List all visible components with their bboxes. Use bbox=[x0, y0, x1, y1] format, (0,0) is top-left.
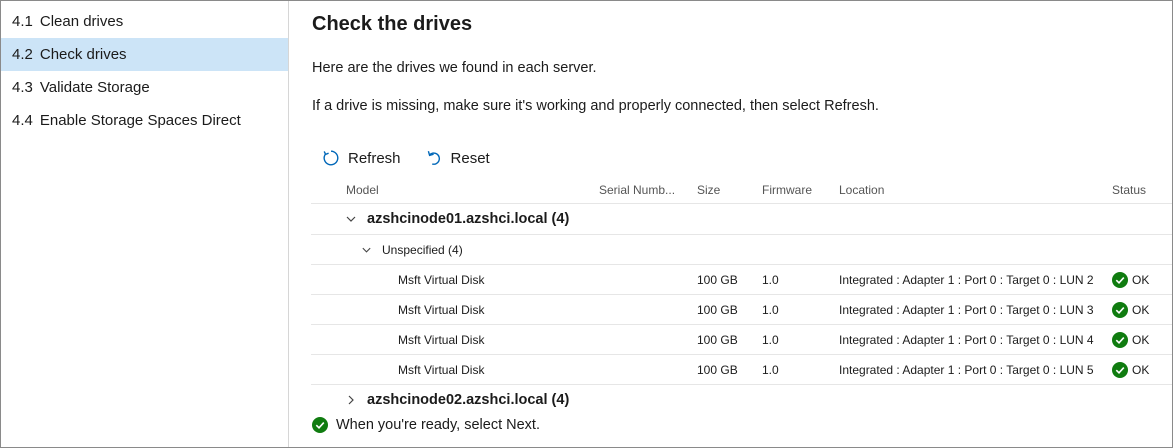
status-text: OK bbox=[1132, 332, 1150, 347]
cell-size: 100 GB bbox=[697, 302, 738, 317]
sidebar-item-label: Clean drives bbox=[39, 13, 124, 30]
sidebar-item-number: 4.3 bbox=[12, 79, 33, 96]
column-header-firmware[interactable]: Firmware bbox=[762, 183, 812, 197]
sidebar-item-label: Check drives bbox=[39, 46, 127, 63]
sidebar-item-number: 4.4 bbox=[12, 112, 33, 129]
cell-location: Integrated : Adapter 1 : Port 0 : Target… bbox=[839, 332, 1094, 347]
server-group-row[interactable]: azshcinode01.azshci.local (4) bbox=[311, 204, 1172, 235]
check-circle-icon bbox=[1112, 271, 1128, 288]
table-row[interactable]: Msft Virtual Disk 100 GB 1.0 Integrated … bbox=[311, 265, 1172, 295]
cell-firmware: 1.0 bbox=[762, 332, 779, 347]
cell-firmware: 1.0 bbox=[762, 362, 779, 377]
check-circle-icon bbox=[312, 417, 328, 433]
chevron-right-icon[interactable] bbox=[345, 394, 357, 406]
cell-model: Msft Virtual Disk bbox=[398, 272, 485, 287]
status-text: OK bbox=[1132, 362, 1150, 377]
cell-location: Integrated : Adapter 1 : Port 0 : Target… bbox=[839, 362, 1094, 377]
cell-size: 100 GB bbox=[697, 272, 738, 287]
footer-status: When you're ready, select Next. bbox=[312, 417, 540, 433]
sidebar-item-number: 4.2 bbox=[12, 46, 33, 63]
column-header-status[interactable]: Status bbox=[1112, 183, 1146, 197]
cell-model: Msft Virtual Disk bbox=[398, 362, 485, 377]
chevron-down-icon[interactable] bbox=[361, 244, 372, 255]
refresh-label: Refresh bbox=[348, 149, 401, 167]
server-group-name: azshcinode01.azshci.local (4) bbox=[367, 211, 570, 227]
check-circle-icon bbox=[1112, 361, 1128, 378]
column-header-location[interactable]: Location bbox=[839, 183, 884, 197]
cell-status: OK bbox=[1112, 331, 1150, 348]
sidebar-item-label: Validate Storage bbox=[39, 79, 150, 96]
refresh-button[interactable]: Refresh bbox=[322, 149, 401, 167]
column-header-size[interactable]: Size bbox=[697, 183, 720, 197]
check-circle-icon bbox=[1112, 331, 1128, 348]
server-group-row[interactable]: azshcinode02.azshci.local (4) bbox=[311, 385, 1172, 415]
cell-location: Integrated : Adapter 1 : Port 0 : Target… bbox=[839, 272, 1094, 287]
main-panel: Check the drives Here are the drives we … bbox=[289, 1, 1172, 447]
chevron-down-icon[interactable] bbox=[345, 213, 357, 225]
status-text: OK bbox=[1132, 272, 1150, 287]
server-group-name: azshcinode02.azshci.local (4) bbox=[367, 392, 570, 408]
toolbar: Refresh Reset bbox=[322, 146, 514, 170]
status-text: OK bbox=[1132, 302, 1150, 317]
sidebar-item-validate-storage[interactable]: 4.3 Validate Storage bbox=[1, 71, 288, 104]
check-circle-icon bbox=[1112, 301, 1128, 318]
sidebar-item-number: 4.1 bbox=[12, 13, 33, 30]
grid-header: Model Serial Numb... Size Firmware Locat… bbox=[311, 176, 1172, 204]
table-row[interactable]: Msft Virtual Disk 100 GB 1.0 Integrated … bbox=[311, 355, 1172, 385]
table-row[interactable]: Msft Virtual Disk 100 GB 1.0 Integrated … bbox=[311, 325, 1172, 355]
footer-message: When you're ready, select Next. bbox=[336, 417, 540, 433]
cell-model: Msft Virtual Disk bbox=[398, 302, 485, 317]
table-row[interactable]: Msft Virtual Disk 100 GB 1.0 Integrated … bbox=[311, 295, 1172, 325]
sidebar-item-clean-drives[interactable]: 4.1 Clean drives bbox=[1, 5, 288, 38]
column-header-model[interactable]: Model bbox=[346, 183, 379, 197]
cell-model: Msft Virtual Disk bbox=[398, 332, 485, 347]
cell-size: 100 GB bbox=[697, 362, 738, 377]
reset-button[interactable]: Reset bbox=[425, 149, 490, 167]
cell-size: 100 GB bbox=[697, 332, 738, 347]
page-title: Check the drives bbox=[312, 13, 473, 35]
cell-status: OK bbox=[1112, 271, 1150, 288]
cell-location: Integrated : Adapter 1 : Port 0 : Target… bbox=[839, 302, 1094, 317]
sidebar-item-label: Enable Storage Spaces Direct bbox=[39, 112, 241, 129]
cell-firmware: 1.0 bbox=[762, 302, 779, 317]
sidebar-item-enable-s2d[interactable]: 4.4 Enable Storage Spaces Direct bbox=[1, 104, 288, 137]
cell-status: OK bbox=[1112, 361, 1150, 378]
cell-status: OK bbox=[1112, 301, 1150, 318]
column-header-serial[interactable]: Serial Numb... bbox=[599, 183, 675, 197]
reset-label: Reset bbox=[450, 149, 490, 167]
sidebar-item-check-drives[interactable]: 4.2 Check drives bbox=[1, 38, 288, 71]
page-instructions: If a drive is missing, make sure it's wo… bbox=[312, 98, 879, 114]
drives-grid: Model Serial Numb... Size Firmware Locat… bbox=[311, 176, 1172, 415]
refresh-icon bbox=[323, 150, 339, 166]
reset-icon bbox=[427, 151, 440, 165]
subgroup-row[interactable]: Unspecified (4) bbox=[311, 235, 1172, 265]
page-description: Here are the drives we found in each ser… bbox=[312, 60, 597, 76]
subgroup-name: Unspecified (4) bbox=[382, 242, 463, 257]
sidebar-nav: 4.1 Clean drives 4.2 Check drives 4.3 Va… bbox=[1, 1, 288, 447]
cell-firmware: 1.0 bbox=[762, 272, 779, 287]
